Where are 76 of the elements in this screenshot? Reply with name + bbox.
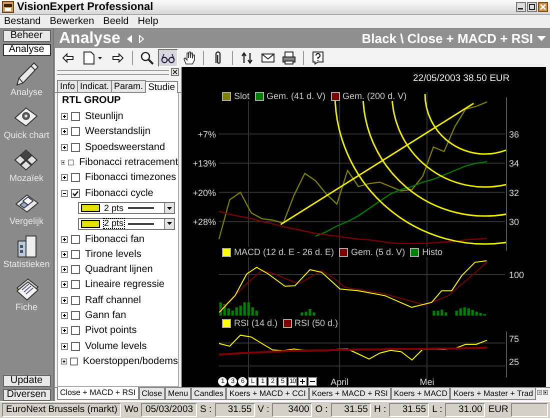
chart-tab[interactable]: Koers + Master + Trad xyxy=(450,388,536,400)
status-field: 31.55 xyxy=(330,403,371,417)
chart-tab[interactable]: Candles xyxy=(191,388,226,400)
group-title: RTL GROUP xyxy=(61,94,122,108)
study-label[interactable]: Lineaire regressie xyxy=(85,279,164,290)
status-field: 31.00 xyxy=(445,403,486,417)
axis-label: 75 xyxy=(509,334,520,344)
percent-label: +28% xyxy=(192,217,216,228)
study-label[interactable]: Raff channel xyxy=(85,294,141,306)
legend-label: Slot xyxy=(233,91,251,101)
line-style-dropdown[interactable]: 2 pts xyxy=(78,202,175,214)
axis-label: 34 xyxy=(509,158,520,169)
chart-tab[interactable]: Koers + MACD + RSI xyxy=(308,388,391,400)
study-label[interactable]: Steunlijn xyxy=(85,111,124,122)
section-button[interactable]: Analyse xyxy=(2,44,50,56)
chart-tab[interactable]: Close xyxy=(138,388,166,400)
legend-label: Gem. (5 d. V) xyxy=(350,247,406,257)
panel-tab[interactable]: Studie xyxy=(145,81,178,93)
chart-tab[interactable]: Menu xyxy=(165,388,192,400)
status-label: L : xyxy=(431,404,444,416)
sidebar-button[interactable]: Diversen xyxy=(2,389,50,401)
panel-tab[interactable]: Info xyxy=(57,80,78,92)
month-label: Mei xyxy=(420,377,434,387)
status-field: 31.55 xyxy=(389,403,430,417)
month-label: April xyxy=(330,377,349,387)
menu-item[interactable]: Bewerken xyxy=(50,16,94,27)
chart-tab[interactable]: Close + MACD + RSI xyxy=(57,387,139,400)
line-style-dropdown[interactable]: 2 pts xyxy=(78,218,175,230)
legend-label: Histo xyxy=(421,247,444,257)
status-label: O : xyxy=(314,404,329,416)
window-title: VisionExpert Professional xyxy=(17,1,154,13)
study-label[interactable]: Volume levels xyxy=(85,340,147,352)
status-label: V : xyxy=(256,404,270,416)
menu-item[interactable]: Bestand xyxy=(4,16,41,27)
study-label[interactable]: Koerstoppen/bodems xyxy=(82,356,178,367)
study-label[interactable]: Pivot points xyxy=(85,325,137,336)
menu-item[interactable]: Beeld xyxy=(103,16,129,27)
legend-label: Gem. (200 d. V) xyxy=(342,91,408,101)
study-label[interactable]: Fibonacci fan xyxy=(85,234,144,245)
study-label[interactable]: Fibonacci retracement xyxy=(79,157,178,168)
axis-label: 25 xyxy=(509,357,520,367)
study-label[interactable]: Tirone levels xyxy=(85,248,142,260)
sidebar-button[interactable]: Update xyxy=(2,375,50,387)
status-label: Wo xyxy=(123,404,140,416)
legend-label: Gem. (41 d. V) xyxy=(266,91,327,101)
status-field: 3400 xyxy=(272,403,312,417)
status-field: 05/03/2003 xyxy=(141,403,198,417)
study-label[interactable]: Fibonacci timezones xyxy=(85,172,176,184)
study-label[interactable]: Weerstandslijn xyxy=(85,126,150,138)
panel-tab[interactable]: Param. xyxy=(111,80,146,92)
page-title: Analyse xyxy=(59,30,120,48)
legend-label: RSI (50 d.) xyxy=(294,318,340,328)
study-label[interactable]: Gann fan xyxy=(85,310,126,321)
percent-label: +7% xyxy=(198,130,216,140)
panel-tab[interactable]: Indicat. xyxy=(77,80,112,92)
percent-label: +13% xyxy=(192,158,216,169)
chart-tab[interactable]: Koers + MACD + CCI xyxy=(226,388,309,400)
axis-label: 32 xyxy=(509,188,520,198)
status-label: H : xyxy=(372,404,388,416)
status-label: EUR xyxy=(487,404,510,416)
chart-tab[interactable]: Koers + MACD xyxy=(390,388,450,400)
status-field: 31.55 xyxy=(214,403,255,417)
status-label: S : xyxy=(199,404,213,416)
axis-label: 36 xyxy=(509,130,520,140)
study-label[interactable]: Fibonacci cycle xyxy=(85,188,154,199)
legend-label: RSI (14 d.) xyxy=(233,318,279,328)
legend-label: MACD (12 d. E - 26 d. E) xyxy=(233,247,336,257)
percent-label: +20% xyxy=(192,188,216,198)
section-button[interactable]: Beheer xyxy=(2,30,50,42)
date-price-label: 22/05/2003 38.50 EUR xyxy=(413,73,510,84)
status-field: EuroNext Brussels (markt) xyxy=(2,403,122,417)
study-label[interactable]: Spoedsweerstand xyxy=(85,142,166,153)
axis-label: 30 xyxy=(509,217,520,228)
study-label[interactable]: Quadrant lijnen xyxy=(85,264,153,276)
menu-item[interactable]: Help xyxy=(138,16,158,27)
axis-label: 100 xyxy=(509,270,524,280)
